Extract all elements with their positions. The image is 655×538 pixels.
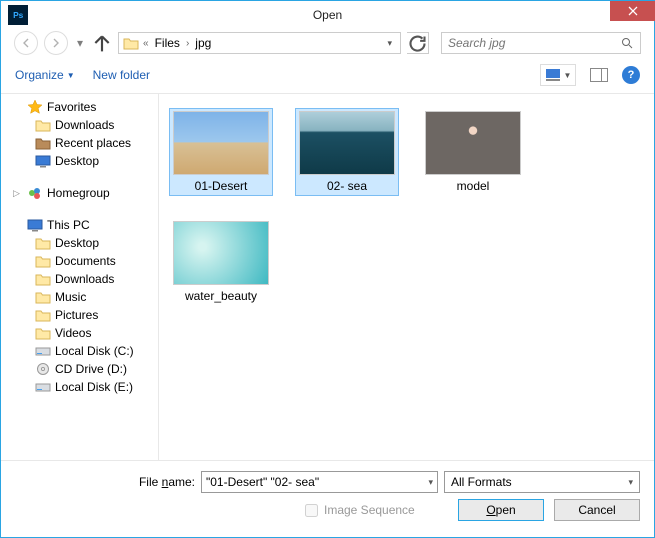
- chevron-down-icon: ▼: [67, 71, 75, 80]
- up-button[interactable]: [92, 33, 112, 53]
- file-item[interactable]: model: [421, 108, 525, 196]
- filename-label: File name:: [15, 475, 195, 489]
- tree-item-label: Desktop: [55, 236, 99, 250]
- tree-item-cd-d[interactable]: CD Drive (D:): [13, 360, 157, 378]
- desktop-icon: [35, 154, 51, 168]
- filetype-label: All Formats: [451, 475, 512, 489]
- open-button[interactable]: Open: [458, 499, 544, 521]
- recent-locations-dropdown[interactable]: ▾: [74, 36, 86, 50]
- homegroup-icon: [27, 186, 43, 200]
- new-folder-label: New folder: [93, 68, 150, 82]
- navigation-tree[interactable]: Favorites Downloads Recent places Deskto…: [1, 94, 159, 460]
- tree-label: Homegroup: [47, 186, 110, 200]
- tree-item-label: Local Disk (C:): [55, 344, 134, 358]
- back-button[interactable]: [14, 31, 38, 55]
- star-icon: [27, 100, 43, 114]
- breadcrumb-item[interactable]: Files: [153, 36, 182, 50]
- help-button[interactable]: ?: [622, 66, 640, 84]
- cd-icon: [35, 362, 51, 376]
- disk-icon: [35, 380, 51, 394]
- chevron-down-icon: ▾: [628, 477, 633, 488]
- close-button[interactable]: [610, 1, 655, 21]
- filename-combo[interactable]: ▾: [201, 471, 438, 493]
- thumbnail: [425, 111, 521, 175]
- tree-item-label: CD Drive (D:): [55, 362, 127, 376]
- tree-item-pictures[interactable]: Pictures: [13, 306, 157, 324]
- tree-item-recent[interactable]: Recent places: [13, 134, 157, 152]
- tree-item-label: Downloads: [55, 272, 114, 286]
- tree-item-pc-desktop[interactable]: Desktop: [13, 234, 157, 252]
- search-input[interactable]: [448, 36, 621, 50]
- tree-item-label: Desktop: [55, 154, 99, 168]
- file-item[interactable]: 01-Desert: [169, 108, 273, 196]
- image-sequence-label: Image Sequence: [324, 503, 415, 517]
- folder-icon: [35, 326, 51, 340]
- tree-item-desktop[interactable]: Desktop: [13, 152, 157, 170]
- svg-text:Ps: Ps: [13, 10, 24, 20]
- tree-item-videos[interactable]: Videos: [13, 324, 157, 342]
- forward-button[interactable]: [44, 31, 68, 55]
- new-folder-button[interactable]: New folder: [93, 68, 150, 82]
- tree-item-label: Pictures: [55, 308, 98, 322]
- thumbnail: [173, 111, 269, 175]
- tree-group-homegroup[interactable]: ▷ Homegroup: [13, 184, 157, 202]
- folder-icon: [35, 254, 51, 268]
- tree-item-downloads[interactable]: Downloads: [13, 116, 157, 134]
- image-sequence-checkbox: [305, 504, 318, 517]
- tree-item-disk-c[interactable]: Local Disk (C:): [13, 342, 157, 360]
- tree-item-disk-e[interactable]: Local Disk (E:): [13, 378, 157, 396]
- file-item[interactable]: 02- sea: [295, 108, 399, 196]
- tree-item-music[interactable]: Music: [13, 288, 157, 306]
- thumbnail: [173, 221, 269, 285]
- view-mode-button[interactable]: ▼: [540, 64, 576, 86]
- thumbnail: [299, 111, 395, 175]
- search-box[interactable]: [441, 32, 641, 54]
- tree-item-label: Videos: [55, 326, 91, 340]
- file-name-label: 01-Desert: [195, 179, 248, 193]
- tree-group-thispc[interactable]: This PC: [13, 216, 157, 234]
- tree-item-documents[interactable]: Documents: [13, 252, 157, 270]
- preview-pane-button[interactable]: [586, 64, 612, 86]
- search-icon: [621, 37, 634, 50]
- tree-label: This PC: [47, 218, 90, 232]
- tree-item-pc-downloads[interactable]: Downloads: [13, 270, 157, 288]
- organize-label: Organize: [15, 68, 64, 82]
- file-list[interactable]: 01-Desert 02- sea model water_beauty: [158, 94, 654, 460]
- cancel-button[interactable]: Cancel: [554, 499, 640, 521]
- folder-icon: [35, 272, 51, 286]
- filetype-combo[interactable]: All Formats ▾: [444, 471, 640, 493]
- file-name-label: 02- sea: [327, 179, 367, 193]
- refresh-button[interactable]: [407, 32, 429, 54]
- folder-icon: [35, 118, 51, 132]
- expand-icon: ▷: [13, 188, 23, 199]
- folder-icon: [35, 236, 51, 250]
- tree-item-label: Recent places: [55, 136, 131, 150]
- pc-icon: [27, 218, 43, 232]
- disk-icon: [35, 344, 51, 358]
- tree-item-label: Documents: [55, 254, 116, 268]
- address-bar[interactable]: « Files › jpg ▾: [118, 32, 401, 54]
- recent-icon: [35, 136, 51, 150]
- filename-input[interactable]: [206, 475, 428, 489]
- address-dropdown[interactable]: ▾: [383, 38, 396, 49]
- tree-item-label: Local Disk (E:): [55, 380, 133, 394]
- chevron-icon: «: [143, 38, 149, 49]
- chevron-right-icon: ›: [186, 38, 189, 49]
- file-name-label: model: [457, 179, 490, 193]
- tree-group-favorites[interactable]: Favorites: [13, 98, 157, 116]
- folder-icon: [35, 290, 51, 304]
- tree-item-label: Downloads: [55, 118, 114, 132]
- tree-item-label: Music: [55, 290, 86, 304]
- tree-label: Favorites: [47, 100, 96, 114]
- breadcrumb-item[interactable]: jpg: [193, 36, 213, 50]
- app-icon: Ps: [8, 5, 28, 25]
- folder-icon: [35, 308, 51, 322]
- folder-icon: [123, 36, 139, 50]
- file-item[interactable]: water_beauty: [169, 218, 273, 306]
- file-name-label: water_beauty: [185, 289, 257, 303]
- window-title: Open: [313, 8, 342, 22]
- chevron-down-icon: ▾: [428, 477, 433, 488]
- organize-button[interactable]: Organize▼: [15, 68, 75, 82]
